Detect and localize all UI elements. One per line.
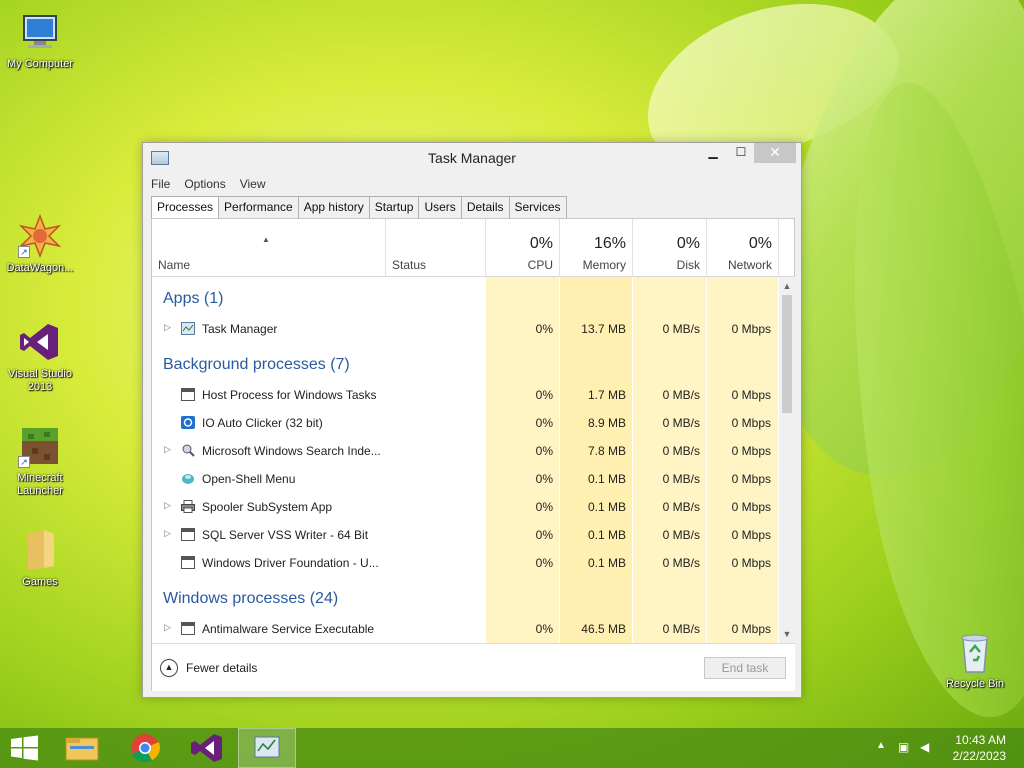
column-header-memory[interactable]: 16% Memory — [560, 219, 633, 276]
close-button[interactable]: ✕ — [754, 143, 796, 163]
task-manager-window: Task Manager ▁ ☐ ✕ File Options View Pro… — [142, 142, 802, 698]
task-manager-icon — [181, 322, 195, 335]
desktop-icon-label: My Computer — [6, 58, 74, 70]
window-process-icon — [181, 528, 195, 541]
chevron-up-icon: ▲ — [160, 659, 178, 677]
table-row[interactable]: Windows Driver Foundation - U... 0% 0.1 … — [152, 549, 778, 577]
taskbar-visual-studio[interactable] — [176, 728, 234, 768]
processes-pane: ▲ Name Status 0% CPU 16% Memory 0% Disk … — [151, 218, 795, 691]
table-row[interactable]: Host Process for Windows Tasks 0% 1.7 MB… — [152, 381, 778, 409]
taskbar-clock[interactable]: 10:43 AM 2/22/2023 — [953, 732, 1006, 764]
datawagon-icon: ↗ — [18, 213, 62, 259]
expand-arrow-icon[interactable]: ▷ — [164, 622, 171, 633]
taskbar-task-manager[interactable] — [238, 728, 296, 768]
desktop-icon-recycle-bin[interactable]: Recycle Bin — [935, 630, 1015, 691]
printer-icon — [181, 500, 195, 513]
shortcut-arrow-icon: ↗ — [18, 246, 30, 258]
taskbar: ▲ ▣ ◀ 10:43 AM 2/22/2023 — [0, 728, 1024, 768]
group-header-apps[interactable]: Apps (1) — [163, 290, 223, 308]
volume-muted-icon[interactable]: ◀ — [920, 740, 929, 754]
tab-details[interactable]: Details — [460, 196, 510, 218]
table-row[interactable]: Open-Shell Menu 0% 0.1 MB 0 MB/s 0 Mbps — [152, 465, 778, 493]
shortcut-arrow-icon: ↗ — [18, 456, 30, 468]
tab-startup[interactable]: Startup — [368, 196, 420, 218]
menu-bar: File Options View — [143, 173, 801, 195]
desktop-icon-games[interactable]: Games — [0, 528, 80, 589]
desktop-icon-my-computer[interactable]: My Computer — [0, 10, 80, 71]
table-row[interactable]: ▷ Spooler SubSystem App 0% 0.1 MB 0 MB/s… — [152, 493, 778, 521]
sort-up-icon: ▲ — [262, 235, 270, 244]
desktop-icon-label: DataWagon... — [6, 262, 74, 274]
title-bar[interactable]: Task Manager ▁ ☐ ✕ — [143, 143, 801, 173]
scrollbar-thumb[interactable] — [782, 295, 792, 413]
group-header-background-processes[interactable]: Background processes (7) — [163, 356, 350, 374]
table-row[interactable]: IO Auto Clicker (32 bit) 0% 8.9 MB 0 MB/… — [152, 409, 778, 437]
network-total: 0% — [748, 235, 772, 252]
desktop-icon-minecraft-launcher[interactable]: ↗ Minecraft Launcher — [0, 424, 80, 498]
cpu-total: 0% — [529, 235, 553, 252]
tab-strip: Processes Performance App history Startu… — [151, 196, 567, 219]
column-header-row: ▲ Name Status 0% CPU 16% Memory 0% Disk … — [152, 219, 795, 277]
minecraft-icon: ↗ — [18, 424, 62, 468]
desktop-icon-label: Games — [22, 576, 58, 588]
minimize-button[interactable]: ▁ — [699, 143, 727, 163]
menu-file[interactable]: File — [151, 173, 170, 195]
fewer-details-button[interactable]: ▲ Fewer details — [160, 659, 257, 677]
folder-icon — [18, 528, 62, 572]
vertical-scrollbar[interactable]: ▲ ▼ — [779, 277, 795, 643]
column-header-disk[interactable]: 0% Disk — [633, 219, 707, 276]
clock-date: 2/22/2023 — [952, 749, 1006, 763]
tab-services[interactable]: Services — [508, 196, 567, 218]
expand-arrow-icon[interactable]: ▷ — [164, 528, 171, 539]
tab-processes[interactable]: Processes — [151, 196, 220, 219]
maximize-button[interactable]: ☐ — [727, 143, 755, 163]
column-header-network[interactable]: 0% Network — [707, 219, 779, 276]
memory-total: 16% — [593, 235, 626, 252]
desktop-icon-datawagon[interactable]: ↗ DataWagon... — [0, 213, 80, 275]
expand-arrow-icon[interactable]: ▷ — [164, 444, 171, 455]
scroll-up-icon[interactable]: ▲ — [779, 279, 795, 293]
table-row[interactable]: ▷ Microsoft Windows Search Inde... 0% 7.… — [152, 437, 778, 465]
tab-users[interactable]: Users — [418, 196, 462, 218]
window-process-icon — [181, 556, 195, 569]
menu-view[interactable]: View — [240, 173, 266, 195]
computer-icon — [18, 10, 62, 54]
tab-performance[interactable]: Performance — [218, 196, 299, 218]
auto-clicker-icon — [181, 416, 195, 429]
table-row[interactable]: ▷ Task Manager 0% 13.7 MB 0 MB/s 0 Mbps — [152, 315, 778, 343]
desktop-icon-label: Minecraft Launcher — [17, 472, 63, 497]
taskbar-chrome[interactable] — [116, 728, 174, 768]
clock-time: 10:43 AM — [955, 733, 1006, 747]
end-task-button[interactable]: End task — [704, 657, 786, 679]
column-header-status[interactable]: Status — [386, 219, 486, 276]
table-row[interactable]: ▷ SQL Server VSS Writer - 64 Bit 0% 0.1 … — [152, 521, 778, 549]
group-header-windows-processes[interactable]: Windows processes (24) — [163, 590, 338, 608]
visual-studio-icon — [18, 320, 62, 364]
recycle-bin-icon — [953, 630, 997, 674]
expand-arrow-icon[interactable]: ▷ — [164, 322, 171, 333]
show-hidden-icons-icon[interactable]: ▲ — [876, 740, 886, 751]
window-process-icon — [181, 622, 195, 635]
desktop-icon-label: Visual Studio 2013 — [7, 368, 72, 393]
column-header-cpu[interactable]: 0% CPU — [486, 219, 560, 276]
disk-total: 0% — [676, 235, 700, 252]
scroll-down-icon[interactable]: ▼ — [779, 627, 795, 641]
desktop-icon-visual-studio[interactable]: Visual Studio 2013 — [0, 320, 80, 394]
desktop-icon-label: Recycle Bin — [945, 678, 1005, 690]
footer-bar: ▲ Fewer details End task — [152, 643, 795, 691]
taskbar-file-explorer[interactable] — [54, 728, 112, 768]
window-process-icon — [181, 388, 195, 401]
start-button[interactable] — [0, 728, 58, 768]
process-list: Apps (1) ▷ Task Manager 0% 13.7 MB 0 MB/… — [152, 277, 778, 643]
table-row[interactable]: ▷ Antimalware Service Executable 0% 46.5… — [152, 615, 778, 643]
menu-options[interactable]: Options — [184, 173, 225, 195]
expand-arrow-icon[interactable]: ▷ — [164, 500, 171, 511]
shell-icon — [181, 472, 195, 485]
search-indexer-icon — [181, 444, 195, 457]
tab-app-history[interactable]: App history — [297, 196, 370, 218]
column-header-name[interactable]: ▲ Name — [152, 219, 386, 276]
network-icon[interactable]: ▣ — [898, 740, 909, 754]
